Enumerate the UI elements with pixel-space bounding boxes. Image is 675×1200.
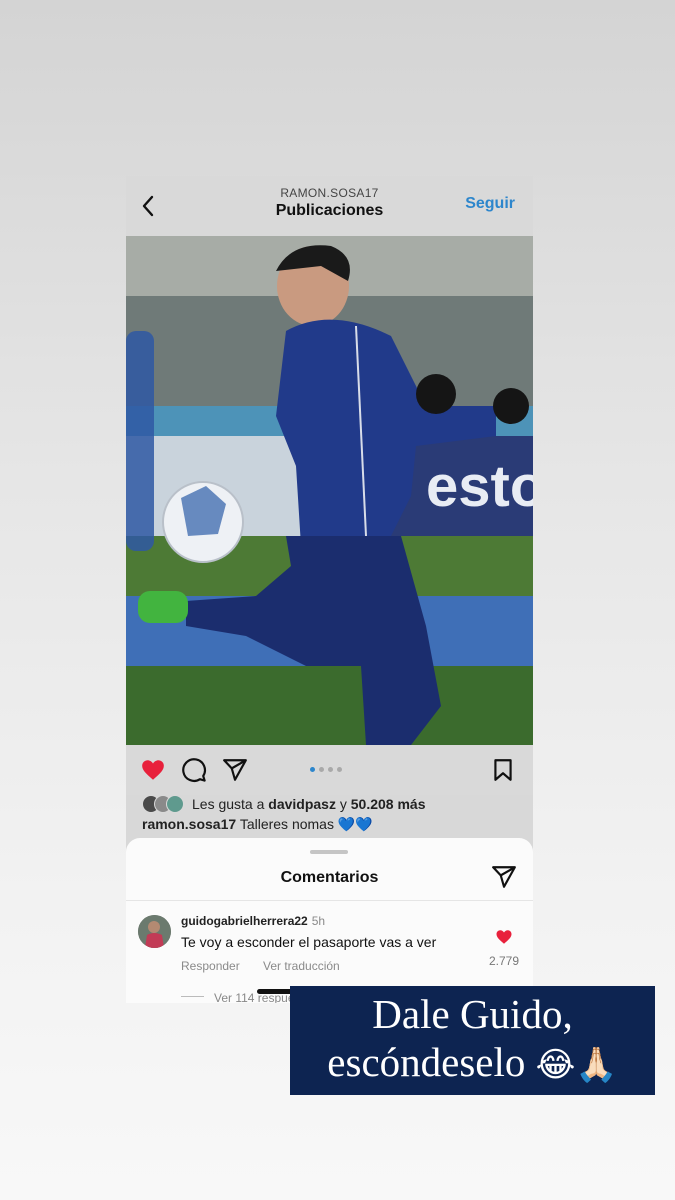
divider: [181, 996, 204, 997]
comment-text: Te voy a esconder el pasaporte vas a ver: [181, 934, 437, 950]
avatar-image: [138, 915, 171, 948]
share-button[interactable]: [222, 757, 248, 783]
post-actions: [126, 745, 533, 795]
carousel-indicator: [310, 767, 342, 772]
comment-like-button[interactable]: [495, 928, 513, 946]
comment-username[interactable]: guidogabrielherrera22: [181, 914, 308, 928]
comment-like-count: 2.779: [488, 954, 519, 968]
liker-avatars: [142, 795, 184, 813]
heart-icon: [142, 760, 164, 780]
story-text-word: escóndeselo: [327, 1039, 526, 1085]
likes-connector: y: [339, 796, 347, 812]
comment-time: 5h: [311, 914, 326, 928]
post-photo[interactable]: esto: [126, 236, 533, 745]
carousel-dot: [319, 767, 324, 772]
comments-sheet: Comentarios guidogabrielherrera22 5h Te v…: [126, 838, 533, 1003]
comment-icon: [182, 758, 206, 782]
sheet-grab-handle[interactable]: [310, 850, 348, 854]
instagram-screenshot: RAMON.SOSA17 Publicaciones Seguir esto L…: [126, 176, 533, 1003]
translate-button[interactable]: Ver traducción: [263, 959, 340, 973]
like-button[interactable]: [140, 757, 166, 783]
carousel-dot: [328, 767, 333, 772]
story-text-line-1: Dale Guido,: [372, 991, 573, 1037]
avatar: [166, 795, 184, 813]
share-icon: [492, 866, 516, 888]
comment-avatar[interactable]: [138, 915, 171, 948]
likes-user[interactable]: davidpasz: [268, 796, 336, 812]
share-comments-button[interactable]: [491, 864, 517, 890]
header-bar: RAMON.SOSA17 Publicaciones Seguir: [126, 176, 533, 236]
bookmark-icon: [494, 759, 512, 781]
save-button[interactable]: [490, 757, 516, 783]
svg-text:esto: esto: [426, 454, 533, 519]
carousel-dot: [310, 767, 315, 772]
comments-title: Comentarios: [280, 869, 379, 886]
caption-username[interactable]: ramon.sosa17: [142, 816, 236, 832]
share-icon: [223, 759, 247, 781]
comment-button[interactable]: [181, 757, 207, 783]
footballer-photo: esto: [126, 236, 533, 745]
story-text-overlay: Dale Guido, escóndeselo 😂🙏🏻: [290, 986, 655, 1095]
likes-count[interactable]: 50.208 más: [351, 796, 426, 812]
likes-row[interactable]: Les gusta a davidpasz y 50.208 más: [142, 794, 426, 814]
carousel-dot: [337, 767, 342, 772]
story-emojis: 😂🙏🏻: [535, 1045, 618, 1085]
follow-button[interactable]: Seguir: [465, 195, 515, 213]
caption-text: Talleres nomas 💙💙: [239, 816, 373, 832]
reply-button[interactable]: Responder: [181, 959, 240, 973]
post-caption: ramon.sosa17 Talleres nomas 💙💙: [142, 816, 373, 833]
heart-icon: [496, 930, 512, 944]
likes-prefix: Les gusta a: [192, 796, 265, 812]
divider: [126, 900, 533, 901]
comment-header: guidogabrielherrera22 5h: [181, 914, 325, 928]
story-text-line-2: escóndeselo 😂🙏🏻: [290, 1038, 655, 1089]
